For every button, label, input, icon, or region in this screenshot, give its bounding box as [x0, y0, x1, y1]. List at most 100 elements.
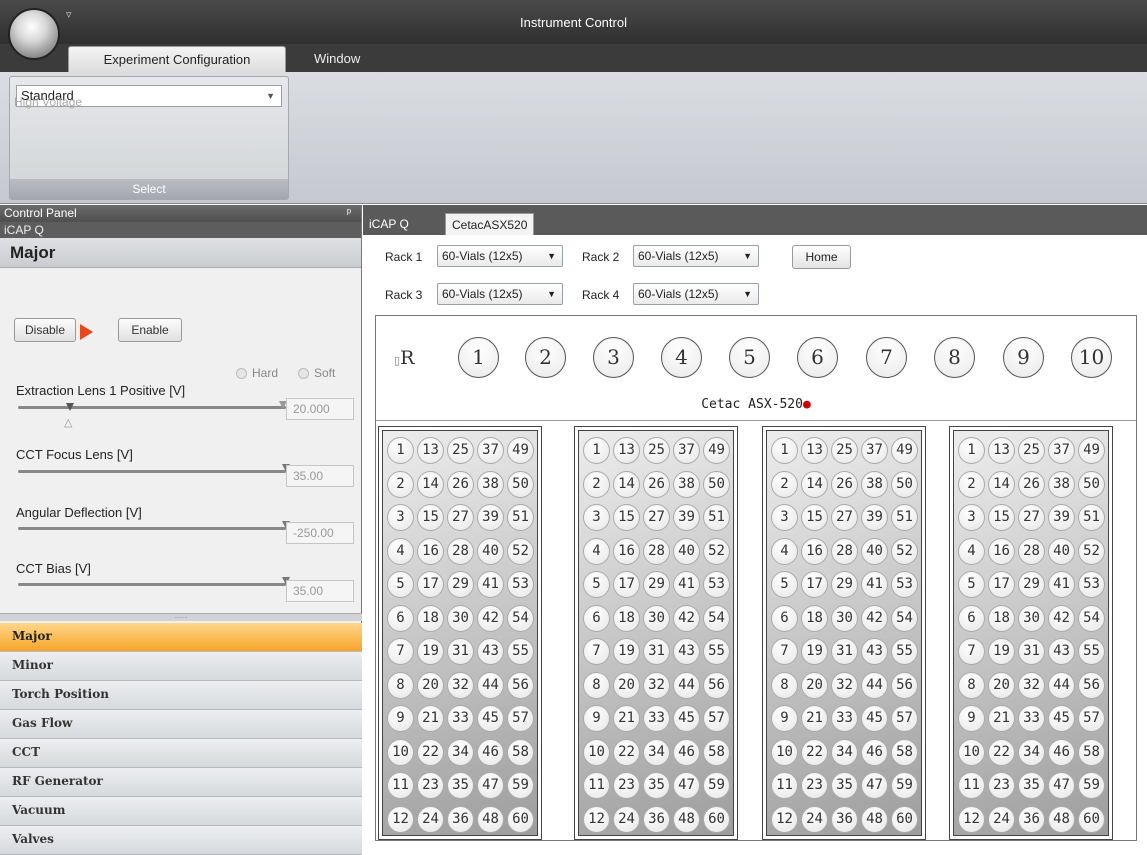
vial-position[interactable]: 58	[703, 738, 730, 766]
vial-position[interactable]: 44	[861, 671, 888, 699]
vial-position[interactable]: 36	[1018, 805, 1045, 833]
vial-position[interactable]: 52	[703, 537, 730, 565]
vial-position[interactable]: 1	[771, 437, 798, 464]
vial-position[interactable]: 45	[1048, 705, 1075, 732]
vial-position[interactable]: 38	[673, 470, 700, 498]
vial-position[interactable]: 47	[861, 772, 888, 799]
vial-position[interactable]: 45	[477, 705, 504, 732]
vial-position[interactable]: 20	[417, 671, 444, 699]
vial-position[interactable]: 59	[891, 772, 918, 799]
vial-position[interactable]: 6	[958, 604, 985, 632]
vial-position[interactable]: 35	[643, 772, 670, 799]
standard-position-9[interactable]: 9	[1003, 337, 1044, 378]
vial-position[interactable]: 12	[771, 805, 798, 833]
param-value[interactable]: 35.00	[286, 465, 354, 487]
vial-position[interactable]: 6	[583, 604, 610, 632]
vial-position[interactable]: 33	[447, 705, 474, 732]
vial-position[interactable]: 16	[801, 537, 828, 565]
vial-position[interactable]: 60	[891, 805, 918, 833]
vial-position[interactable]: 33	[1018, 705, 1045, 732]
vial-position[interactable]: 15	[801, 504, 828, 531]
vial-position[interactable]: 39	[1048, 504, 1075, 531]
param-value[interactable]: -250.00	[286, 522, 354, 544]
nav-item-cct[interactable]: CCT	[0, 739, 362, 768]
vial-position[interactable]: 25	[643, 437, 670, 464]
vial-position[interactable]: 6	[771, 604, 798, 632]
vial-position[interactable]: 20	[988, 671, 1015, 699]
vial-position[interactable]: 2	[771, 470, 798, 498]
vial-position[interactable]: 13	[417, 437, 444, 464]
vial-position[interactable]: 54	[891, 604, 918, 632]
vial-position[interactable]: 45	[673, 705, 700, 732]
slider-thumb-icon[interactable]	[66, 403, 74, 411]
vial-position[interactable]: 37	[861, 437, 888, 464]
vial-position[interactable]: 44	[673, 671, 700, 699]
vial-position[interactable]: 30	[447, 604, 474, 632]
vial-position[interactable]: 46	[861, 738, 888, 766]
vial-position[interactable]: 25	[831, 437, 858, 464]
vial-position[interactable]: 53	[1078, 571, 1105, 598]
vial-position[interactable]: 17	[613, 571, 640, 598]
tab-cetacasx520[interactable]: CetacASX520	[445, 213, 535, 235]
vial-position[interactable]: 13	[801, 437, 828, 464]
vial-position[interactable]: 34	[1018, 738, 1045, 766]
vial-position[interactable]: 5	[771, 571, 798, 598]
vial-position[interactable]: 12	[387, 805, 414, 833]
vial-position[interactable]: 39	[477, 504, 504, 531]
vial-position[interactable]: 56	[703, 671, 730, 699]
vial-position[interactable]: 25	[1018, 437, 1045, 464]
vial-position[interactable]: 53	[703, 571, 730, 598]
param-value[interactable]: 35.00	[286, 580, 354, 602]
panel-splitter[interactable]: ........	[0, 613, 362, 621]
vial-position[interactable]: 2	[958, 470, 985, 498]
vial-position[interactable]: 21	[988, 705, 1015, 732]
rack-3-select[interactable]: 60-Vials (12x5) ▼	[437, 283, 563, 305]
vial-position[interactable]: 32	[831, 671, 858, 699]
vial-position[interactable]: 14	[613, 470, 640, 498]
vial-position[interactable]: 21	[417, 705, 444, 732]
vial-position[interactable]: 57	[891, 705, 918, 732]
vial-position[interactable]: 22	[801, 738, 828, 766]
vial-position[interactable]: 50	[507, 470, 534, 498]
vial-position[interactable]: 40	[1048, 537, 1075, 565]
vial-position[interactable]: 37	[1048, 437, 1075, 464]
vial-position[interactable]: 37	[477, 437, 504, 464]
vial-position[interactable]: 28	[643, 537, 670, 565]
vial-position[interactable]: 19	[988, 638, 1015, 665]
home-button[interactable]: Home	[792, 245, 851, 269]
vial-position[interactable]: 51	[507, 504, 534, 531]
vial-position[interactable]: 32	[643, 671, 670, 699]
vial-position[interactable]: 30	[1018, 604, 1045, 632]
vial-position[interactable]: 60	[703, 805, 730, 833]
vial-position[interactable]: 40	[861, 537, 888, 565]
vial-position[interactable]: 52	[891, 537, 918, 565]
vial-position[interactable]: 26	[643, 470, 670, 498]
vial-position[interactable]: 41	[673, 571, 700, 598]
vial-position[interactable]: 48	[673, 805, 700, 833]
vial-position[interactable]: 51	[891, 504, 918, 531]
vial-position[interactable]: 47	[477, 772, 504, 799]
rack-4-select[interactable]: 60-Vials (12x5) ▼	[633, 283, 759, 305]
disable-button[interactable]: Disable	[14, 318, 76, 342]
vial-position[interactable]: 18	[613, 604, 640, 632]
vial-position[interactable]: 4	[958, 537, 985, 565]
vial-position[interactable]: 47	[1048, 772, 1075, 799]
vial-position[interactable]: 11	[583, 772, 610, 799]
vial-position[interactable]: 19	[801, 638, 828, 665]
rack-1-select[interactable]: 60-Vials (12x5) ▼	[437, 245, 563, 267]
vial-position[interactable]: 26	[447, 470, 474, 498]
vial-position[interactable]: 20	[801, 671, 828, 699]
vial-position[interactable]: 28	[447, 537, 474, 565]
vial-position[interactable]: 10	[958, 738, 985, 766]
nav-item-torch-position[interactable]: Torch Position	[0, 681, 362, 710]
vial-position[interactable]: 42	[1048, 604, 1075, 632]
param-slider-track[interactable]	[18, 406, 286, 409]
param-slider-track[interactable]	[18, 470, 286, 473]
vial-position[interactable]: 20	[613, 671, 640, 699]
vial-position[interactable]: 41	[1048, 571, 1075, 598]
vial-position[interactable]: 40	[477, 537, 504, 565]
vial-position[interactable]: 10	[387, 738, 414, 766]
vial-position[interactable]: 50	[891, 470, 918, 498]
vial-position[interactable]: 32	[1018, 671, 1045, 699]
rinse-position[interactable]: ▯R	[394, 347, 414, 369]
